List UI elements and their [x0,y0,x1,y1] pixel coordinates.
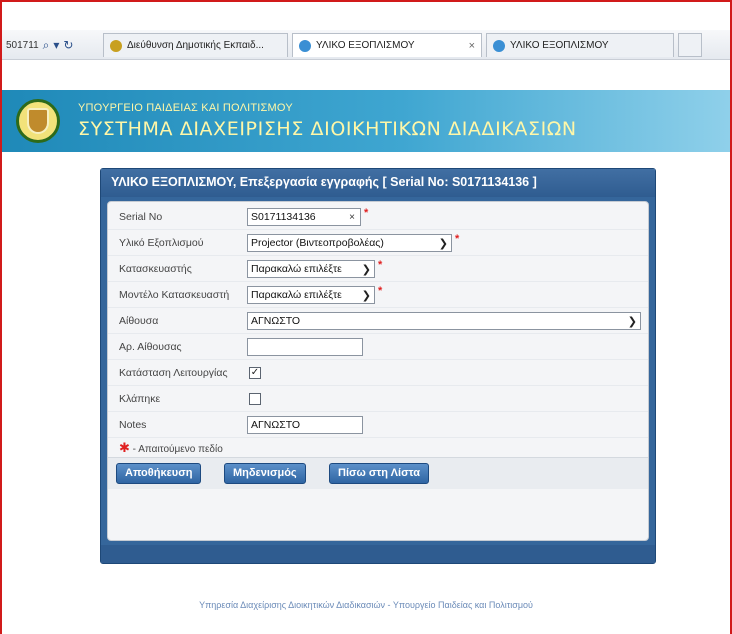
dropdown-icon[interactable]: ▾ [53,38,59,52]
ministry-name: ΥΠΟΥΡΓΕΙΟ ΠΑΙΔΕΙΑΣ ΚΑΙ ΠΟΛΙΤΙΣΜΟΥ [78,102,293,114]
save-button[interactable]: Αποθήκευση [116,463,202,484]
serial-input[interactable]: S0171134136 × [247,208,361,226]
room-label: Αίθουσα [119,315,159,327]
required-legend-text: - Απαιτούμενο πεδίο [129,444,223,455]
page-footer: Υπηρεσία Διαχείρισης Διοικητικών Διαδικα… [199,600,533,610]
room-select[interactable]: ΑΓΝΩΣΤΟ ❯ [247,312,641,330]
tab-equipment[interactable]: ΥΛΙΚΟ ΕΞΟΠΛΙΣΜΟΥ [486,33,674,57]
row-stolen: Κλάπηκε [108,386,648,412]
room-number-label: Αρ. Αίθουσας [119,341,182,353]
notes-label: Notes [119,419,147,431]
row-model: Μοντέλο Κατασκευαστή Παρακαλώ επιλέξτε ❯… [108,282,648,308]
tab-directorate[interactable]: Διεύθυνση Δημοτικής Εκπαιδ... [103,33,288,57]
row-notes: Notes ΑΓΝΩΣΤΟ [108,412,648,438]
chevron-down-icon: ❯ [627,315,637,328]
model-select[interactable]: Παρακαλώ επιλέξτε ❯ [247,286,375,304]
chevron-down-icon: ❯ [361,289,371,302]
required-marker: * [455,233,460,245]
operational-checkbox[interactable]: ✓ [249,367,261,379]
coat-of-arms-icon [16,99,60,143]
edit-form: Serial No S0171134136 × * Υλικό Εξοπλισμ… [107,201,649,541]
tab-label: ΥΛΙΚΟ ΕΞΟΠΛΙΣΜΟΥ [316,40,415,51]
address-bar-fragment[interactable]: 501711 ⌕ ▾ ↻ [6,36,73,54]
row-room-number: Αρ. Αίθουσας [108,334,648,360]
address-text: 501711 [6,39,39,51]
reset-button[interactable]: Μηδενισμός [224,463,306,484]
manufacturer-label: Κατασκευαστής [119,263,192,275]
stolen-label: Κλάπηκε [119,393,161,405]
row-serial: Serial No S0171134136 × * [108,204,648,230]
system-title: ΣΥΣΤΗΜΑ ΔΙΑΧΕΙΡΙΣΗΣ ΔΙΟΙΚΗΤΙΚΩΝ ΔΙΑΔΙΚΑΣ… [78,118,577,140]
close-tab-icon[interactable]: × [469,40,475,52]
refresh-icon[interactable]: ↻ [63,38,73,52]
tab-equipment-active[interactable]: ΥΛΙΚΟ ΕΞΟΠΛΙΣΜΟΥ × [292,33,482,57]
new-tab-button[interactable] [678,33,702,57]
site-favicon-icon [110,39,122,52]
operational-label: Κατάσταση Λειτουργίας [119,367,228,379]
ie-page-icon [493,39,505,52]
required-legend: ✱ - Απαιτούμενο πεδίο [119,440,223,456]
button-bar: Αποθήκευση Μηδενισμός Πίσω στη Λίστα [108,457,648,489]
stolen-checkbox[interactable] [249,393,261,405]
required-marker: * [364,207,369,219]
required-star-icon: ✱ [119,440,130,455]
search-icon[interactable]: ⌕ [43,38,50,53]
panel-footer-bar [101,545,655,563]
required-marker: * [378,259,383,271]
site-header: ΥΠΟΥΡΓΕΙΟ ΠΑΙΔΕΙΑΣ ΚΑΙ ΠΟΛΙΤΙΣΜΟΥ ΣΥΣΤΗΜ… [2,90,730,152]
edit-record-panel: ΥΛΙΚΟ ΕΞΟΠΛΙΣΜΟΥ, Επεξεργασία εγγραφής [… [100,168,656,564]
chevron-down-icon: ❯ [438,237,448,250]
room-number-input[interactable] [247,338,363,356]
row-operational: Κατάσταση Λειτουργίας ✓ [108,360,648,386]
tab-label: Διεύθυνση Δημοτικής Εκπαιδ... [127,40,264,51]
back-to-list-button[interactable]: Πίσω στη Λίστα [329,463,429,484]
model-label: Μοντέλο Κατασκευαστή [119,289,230,301]
ie-page-icon [299,39,311,52]
chevron-down-icon: ❯ [361,263,371,276]
serial-label: Serial No [119,211,163,223]
row-equipment: Υλικό Εξοπλισμού Projector (Βιντεοπροβολ… [108,230,648,256]
manufacturer-select[interactable]: Παρακαλώ επιλέξτε ❯ [247,260,375,278]
panel-title: ΥΛΙΚΟ ΕΞΟΠΛΙΣΜΟΥ, Επεξεργασία εγγραφής [… [101,169,655,197]
row-manufacturer: Κατασκευαστής Παρακαλώ επιλέξτε ❯ * [108,256,648,282]
browser-tab-bar: 501711 ⌕ ▾ ↻ Διεύθυνση Δημοτικής Εκπαιδ.… [2,30,730,60]
required-marker: * [378,285,383,297]
equipment-select[interactable]: Projector (Βιντεοπροβολέας) ❯ [247,234,452,252]
row-room: Αίθουσα ΑΓΝΩΣΤΟ ❯ [108,308,648,334]
tab-label: ΥΛΙΚΟ ΕΞΟΠΛΙΣΜΟΥ [510,40,609,51]
equipment-label: Υλικό Εξοπλισμού [119,237,204,249]
notes-input[interactable]: ΑΓΝΩΣΤΟ [247,416,363,434]
clear-icon[interactable]: × [347,212,357,223]
